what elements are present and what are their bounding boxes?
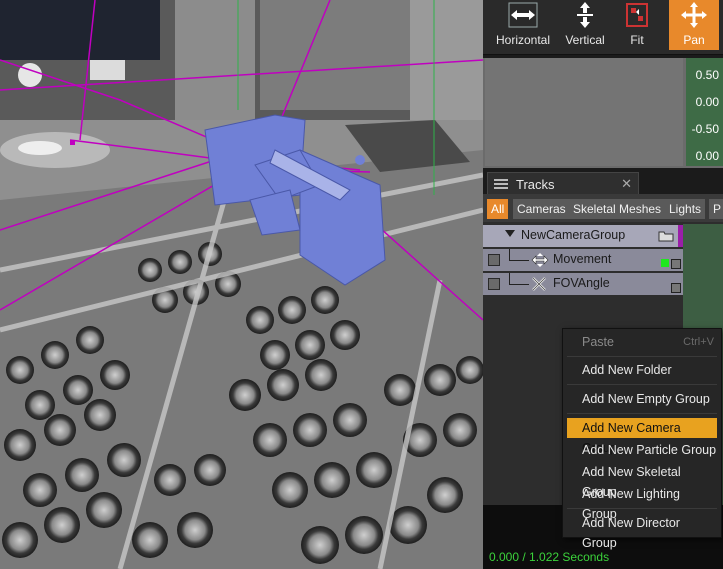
viewport-scene xyxy=(0,0,483,569)
axis-label: 0.00 xyxy=(695,95,719,109)
fit-label: Fit xyxy=(630,33,644,47)
movement-icon xyxy=(531,253,549,267)
close-icon[interactable]: ✕ xyxy=(621,176,632,192)
track-row-movement[interactable]: Movement xyxy=(483,249,683,271)
curve-toolbar: Horizontal Vertical Fit Pan xyxy=(483,0,723,55)
track-enable-checkbox[interactable] xyxy=(488,278,500,290)
track-toggle[interactable] xyxy=(671,283,681,293)
horizontal-label: Horizontal xyxy=(495,33,551,47)
menu-separator xyxy=(567,508,717,509)
menu-separator xyxy=(567,356,717,357)
axis-label: 0.00 xyxy=(695,149,719,163)
tree-line xyxy=(509,284,529,285)
menu-item-label: Add New Folder xyxy=(582,363,672,377)
group-color-swatch xyxy=(678,225,683,247)
pan-button[interactable]: Pan xyxy=(669,0,719,50)
track-name: Movement xyxy=(553,252,612,266)
filter-all[interactable]: All xyxy=(487,199,509,219)
menu-item-label: Add New Director Group xyxy=(582,516,680,550)
pan-icon xyxy=(681,2,707,28)
curve-canvas[interactable] xyxy=(485,58,683,166)
vertical-button[interactable]: Vertical xyxy=(561,0,609,50)
track-name: FOVAngle xyxy=(553,276,610,290)
tracks-tab-icon xyxy=(494,179,508,189)
tracks-tab[interactable]: Tracks ✕ xyxy=(487,172,639,195)
group-row-newcameragroup[interactable]: NewCameraGroup xyxy=(483,225,683,247)
menu-item-add-new-particle-group[interactable]: Add New Particle Group xyxy=(567,440,717,460)
track-enable-checkbox[interactable] xyxy=(488,254,500,266)
filter-more[interactable]: P xyxy=(709,199,723,219)
folder-icon[interactable] xyxy=(658,230,674,242)
fit-button[interactable]: Fit xyxy=(613,0,661,50)
vertical-arrows-icon xyxy=(577,2,593,28)
menu-item-add-new-folder[interactable]: Add New Folder xyxy=(567,360,717,380)
vertical-label: Vertical xyxy=(565,33,605,47)
fit-icon xyxy=(626,3,648,27)
fov-icon xyxy=(532,277,546,291)
menu-item-add-new-director-group[interactable]: Add New Director Group xyxy=(567,513,717,550)
menu-item-shortcut: Ctrl+V xyxy=(683,336,714,348)
curve-editor[interactable]: 0.50 0.00 -0.50 0.00 xyxy=(483,58,723,168)
collapse-arrow-icon[interactable] xyxy=(505,230,515,237)
group-name: NewCameraGroup xyxy=(521,228,626,242)
pan-label: Pan xyxy=(683,33,705,47)
menu-item-add-new-camera-group[interactable]: Add New Camera Group xyxy=(567,418,717,455)
menu-item-label: Paste xyxy=(582,335,614,349)
filter-skeletal-meshes[interactable]: Skeletal Meshes xyxy=(569,199,666,219)
menu-item-paste: Paste Ctrl+V xyxy=(567,332,717,352)
axis-label: -0.50 xyxy=(691,122,719,136)
menu-item-add-new-empty-group[interactable]: Add New Empty Group xyxy=(567,389,717,409)
menu-item-label: Add New Empty Group xyxy=(582,392,710,406)
context-menu: Paste Ctrl+V Add New Folder Add New Empt… xyxy=(562,328,722,550)
horizontal-button[interactable]: Horizontal xyxy=(489,0,557,50)
keyframe-indicator xyxy=(661,259,669,267)
menu-item-add-new-skeletal-group[interactable]: Add New Skeletal Group xyxy=(567,462,717,499)
track-row-fovangle[interactable]: FOVAngle xyxy=(483,273,683,295)
horizontal-arrows-icon xyxy=(508,2,538,28)
axis-label: 0.50 xyxy=(695,68,719,82)
filter-lights[interactable]: Lights xyxy=(665,199,706,219)
menu-item-label: Add New Particle Group xyxy=(582,443,717,457)
curve-value-axis: 0.50 0.00 -0.50 0.00 xyxy=(686,58,723,166)
menu-separator xyxy=(567,384,717,385)
tree-line xyxy=(509,260,529,261)
level-viewport[interactable] xyxy=(0,0,483,569)
filter-cameras[interactable]: Cameras xyxy=(513,199,570,219)
track-toggle[interactable] xyxy=(671,259,681,269)
track-filter-bar: All Cameras Skeletal Meshes Lights P xyxy=(483,194,723,222)
tracks-tab-title: Tracks xyxy=(516,177,555,192)
menu-item-add-new-lighting-group[interactable]: Add New Lighting Group xyxy=(567,484,717,521)
menu-separator xyxy=(567,413,717,414)
